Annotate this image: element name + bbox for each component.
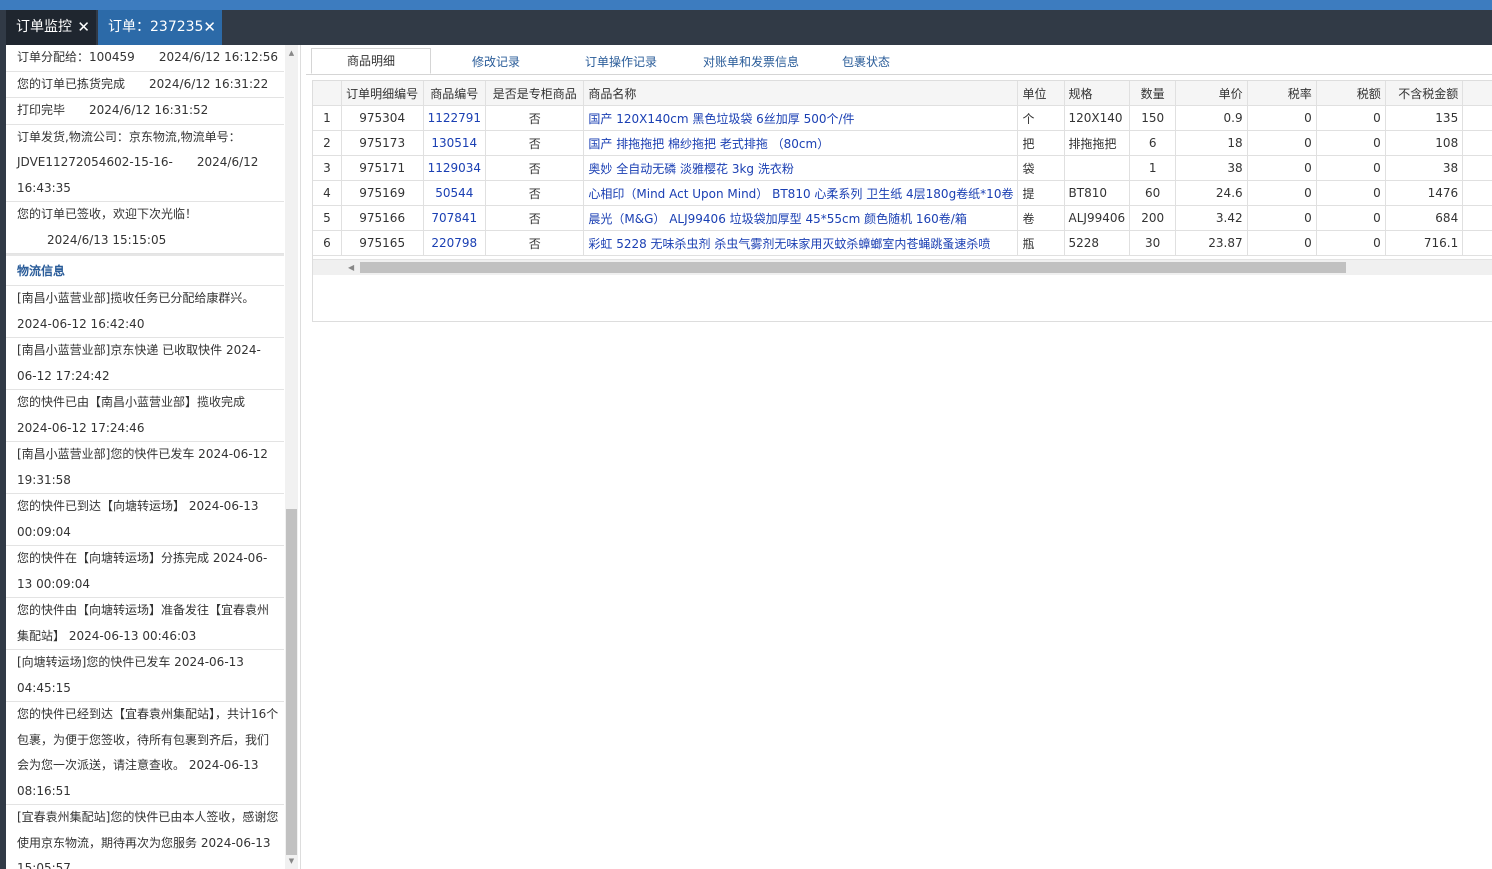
order-log-panel: 订单分配给：100459 2024/6/12 16:12:56 您的订单已拣货完成…: [0, 45, 301, 869]
product-name-link[interactable]: 心相印（Mind Act Upon Mind） BT810 心柔系列 卫生纸 4…: [583, 180, 1019, 206]
close-icon[interactable]: ✕: [77, 10, 90, 45]
order-event: 打印完毕 2024/6/12 16:31:52: [6, 98, 284, 125]
col-header[interactable]: 单位: [1017, 81, 1065, 106]
col-header-filler: [1462, 81, 1492, 106]
col-header[interactable]: 税率: [1247, 81, 1317, 106]
close-icon[interactable]: ✕: [203, 10, 216, 45]
goods-table: 订单明细编号 商品编号 是否是专柜商品 商品名称 单位 规格 数量 单价 税率 …: [313, 81, 1492, 256]
horizontal-scrollbar[interactable]: ◀: [313, 259, 1492, 275]
table-header-row: 订单明细编号 商品编号 是否是专柜商品 商品名称 单位 规格 数量 单价 税率 …: [313, 81, 1492, 106]
logistics-item: 您的快件在【向塘转运场】分拣完成 2024-06-13 00:09:04: [6, 546, 284, 598]
detail-tabs: 商品明细 修改记录 订单操作记录 对账单和发票信息 包裹状态: [306, 45, 1492, 75]
order-event: 您的订单已签收，欢迎下次光临！ 2024/6/13 15:15:05: [6, 202, 284, 254]
table-row[interactable]: 5 975166 707841 否 晨光（M&G） ALJ99406 垃圾袋加厚…: [313, 205, 1492, 231]
logistics-item: [南昌小蓝营业部]揽收任务已分配给康群兴。 2024-06-12 16:42:4…: [6, 286, 284, 338]
logistics-item: 您的快件已经到达【宜春袁州集配站】，共计16个包裹，为便于您签收，待所有包裹到齐…: [6, 702, 284, 805]
product-name-link[interactable]: 国产 排拖拖把 棉纱拖把 老式排拖 （80cm）: [583, 130, 1019, 156]
col-header[interactable]: 商品名称: [583, 81, 1019, 106]
tab-goods-detail[interactable]: 商品明细: [311, 48, 431, 74]
product-code-link[interactable]: 130514: [423, 130, 487, 156]
product-name-link[interactable]: 彩虹 5228 无味杀虫剂 杀虫气雾剂无味家用灭蚊杀蟑螂室内苍蝇跳蚤速杀喷: [583, 230, 1019, 256]
order-event: 您的订单已拣货完成 2024/6/12 16:31:22: [6, 72, 284, 98]
col-header: [313, 81, 342, 106]
tab-bar: 订单监控 ✕ 订单：237235 ✕: [0, 10, 1492, 45]
table-row[interactable]: 1 975304 1122791 否 国产 120X140cm 黑色垃圾袋 6丝…: [313, 105, 1492, 131]
product-name-link[interactable]: 国产 120X140cm 黑色垃圾袋 6丝加厚 500个/件: [583, 105, 1019, 131]
logistics-item: [南昌小蓝营业部]京东快递 已收取快件 2024-06-12 17:24:42: [6, 338, 284, 390]
col-header[interactable]: 数量: [1129, 81, 1177, 106]
table-row[interactable]: 4 975169 50544 否 心相印（Mind Act Upon Mind）…: [313, 180, 1492, 206]
logistics-item: 您的快件已到达【向塘转运场】 2024-06-13 00:09:04: [6, 494, 284, 546]
order-event: 订单分配给：100459 2024/6/12 16:12:56: [6, 45, 284, 72]
table-row[interactable]: 2 975173 130514 否 国产 排拖拖把 棉纱拖把 老式排拖 （80c…: [313, 130, 1492, 156]
scroll-up-icon[interactable]: ▲: [286, 47, 297, 59]
col-header[interactable]: 订单明细编号: [341, 81, 424, 106]
col-header[interactable]: 不含税金额: [1385, 81, 1464, 106]
logistics-item: [向塘转运场]您的快件已发车 2024-06-13 04:45:15: [6, 650, 284, 702]
tab-package-status[interactable]: 包裹状态: [826, 50, 906, 75]
tab-operation-log[interactable]: 订单操作记录: [561, 50, 681, 75]
scroll-down-icon[interactable]: ▼: [286, 855, 297, 867]
scrollbar-thumb[interactable]: [286, 509, 297, 855]
tab-order-detail[interactable]: 订单：237235 ✕: [98, 10, 222, 45]
product-name-link[interactable]: 奥妙 全自动无磷 淡雅樱花 3kg 洗衣粉: [583, 155, 1019, 181]
order-event: 订单发货,物流公司：京东物流,物流单号：JDVE11272054602-15-1…: [6, 125, 284, 202]
col-header[interactable]: 单价: [1175, 81, 1248, 106]
logistics-item: 您的快件已由【南昌小蓝营业部】揽收完成 2024-06-12 17:24:46: [6, 390, 284, 442]
product-code-link[interactable]: 220798: [423, 230, 487, 256]
col-header[interactable]: 规格: [1064, 81, 1131, 106]
tab-order-monitor[interactable]: 订单监控 ✕: [6, 10, 96, 45]
scrollbar-thumb[interactable]: [360, 262, 1346, 273]
order-detail-panel: 商品明细 修改记录 订单操作记录 对账单和发票信息 包裹状态 订单明细编号 商品…: [306, 45, 1492, 869]
logistics-item: [宜春袁州集配站]您的快件已由本人签收，感谢您使用京东物流，期待再次为您服务 2…: [6, 805, 284, 869]
col-header[interactable]: 商品编号: [423, 81, 487, 106]
logistics-item: [南昌小蓝营业部]您的快件已发车 2024-06-12 19:31:58: [6, 442, 284, 494]
product-code-link[interactable]: 707841: [423, 205, 487, 231]
logistics-item: 您的快件由【向塘转运场】准备发往【宜春袁州集配站】 2024-06-13 00:…: [6, 598, 284, 650]
table-row[interactable]: 6 975165 220798 否 彩虹 5228 无味杀虫剂 杀虫气雾剂无味家…: [313, 230, 1492, 256]
tab-label: 订单监控: [16, 19, 72, 35]
tab-statement-invoice[interactable]: 对账单和发票信息: [686, 50, 816, 75]
logistics-title: 物流信息: [6, 254, 284, 286]
order-log-content: 订单分配给：100459 2024/6/12 16:12:56 您的订单已拣货完成…: [6, 45, 284, 869]
product-code-link[interactable]: 1129034: [423, 155, 487, 181]
col-header[interactable]: 是否是专柜商品: [485, 81, 585, 106]
col-header[interactable]: 税额: [1316, 81, 1386, 106]
product-code-link[interactable]: 50544: [423, 180, 487, 206]
tab-label: 订单：237235: [108, 19, 204, 35]
product-code-link[interactable]: 1122791: [423, 105, 487, 131]
tab-edit-log[interactable]: 修改记录: [441, 50, 551, 75]
goods-table-container: 订单明细编号 商品编号 是否是专柜商品 商品名称 单位 规格 数量 单价 税率 …: [312, 80, 1492, 322]
top-accent-bar: [0, 0, 1492, 10]
table-row[interactable]: 3 975171 1129034 否 奥妙 全自动无磷 淡雅樱花 3kg 洗衣粉…: [313, 155, 1492, 181]
product-name-link[interactable]: 晨光（M&G） ALJ99406 垃圾袋加厚型 45*55cm 颜色随机 160…: [583, 205, 1019, 231]
scroll-left-icon[interactable]: ◀: [348, 260, 354, 275]
